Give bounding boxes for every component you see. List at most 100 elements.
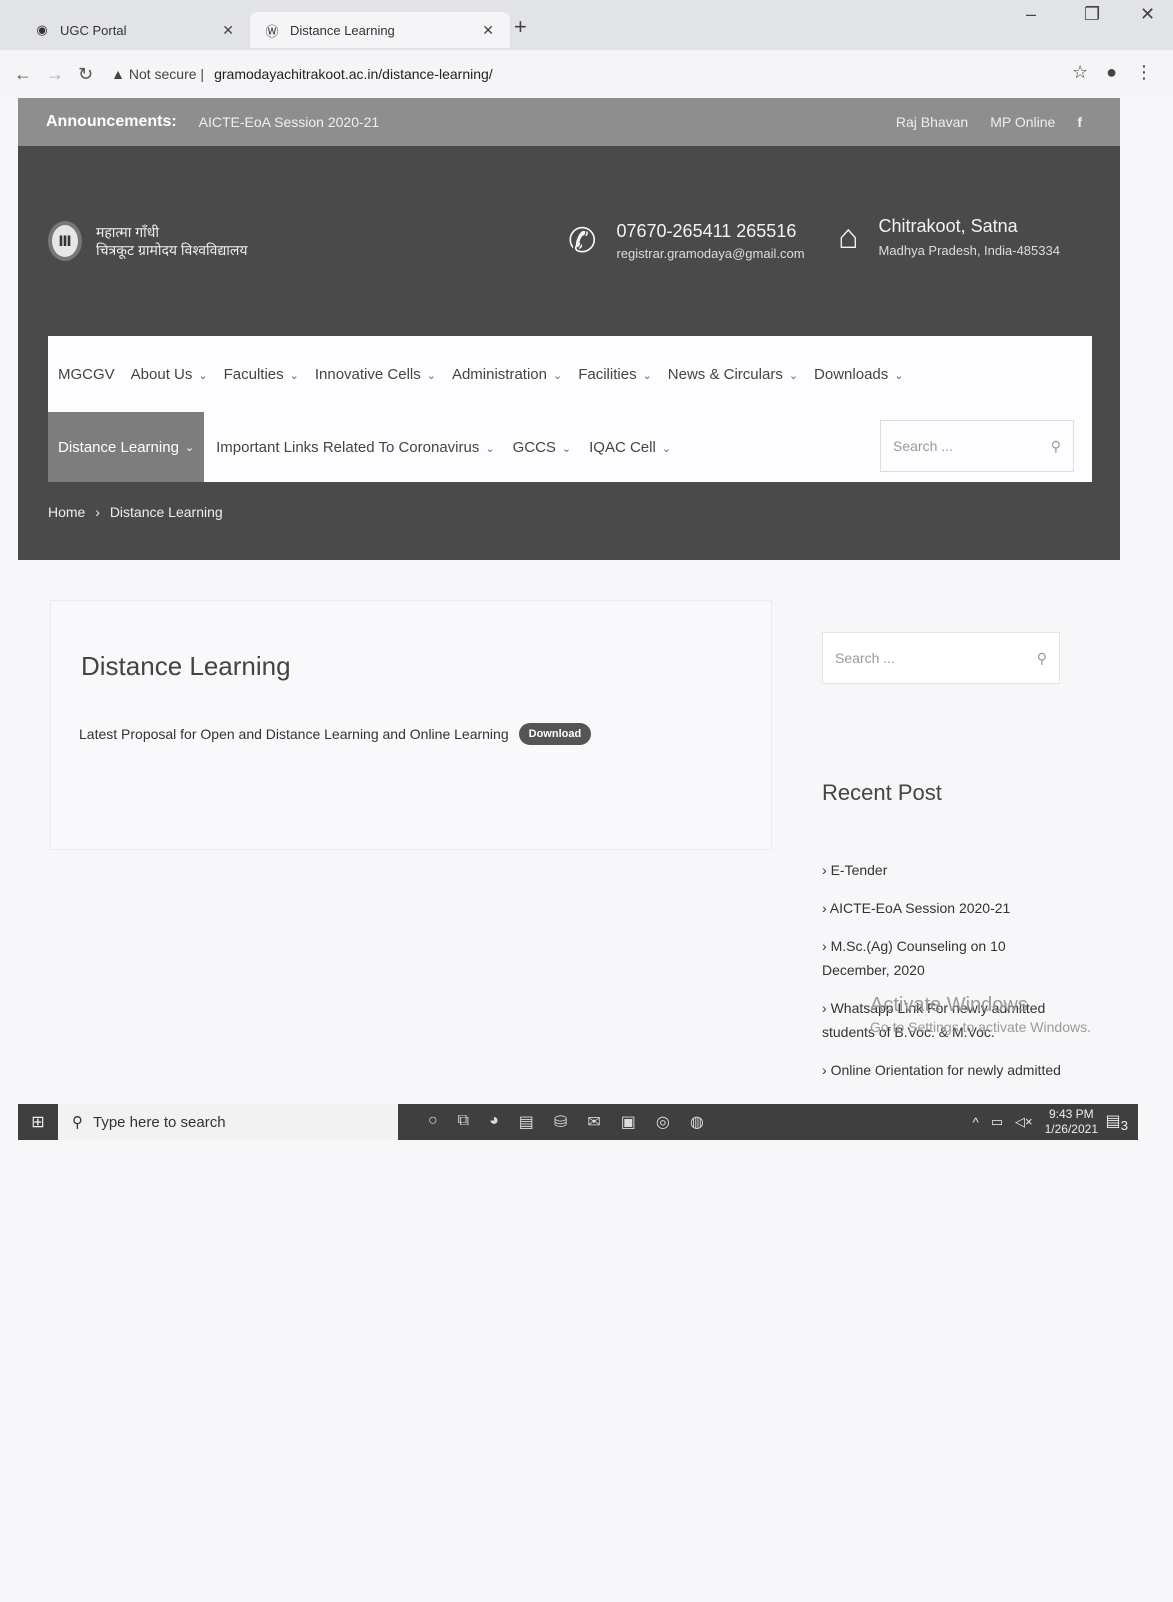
state-text: Madhya Pradesh, India-485334 <box>878 243 1060 258</box>
tab-title: UGC Portal <box>60 22 127 38</box>
menu-item-downloads[interactable]: Downloads ⌄ <box>814 366 903 383</box>
search-icon[interactable]: ⚲ <box>1037 650 1047 667</box>
taskbar-search-input[interactable]: ⚲ Type here to search <box>58 1104 398 1140</box>
chevron-down-icon: ⌄ <box>561 442 572 455</box>
search-icon[interactable]: ⚲ <box>1051 438 1061 455</box>
page-title: Distance Learning <box>81 651 291 681</box>
store-icon[interactable]: ⛁ <box>554 1112 567 1132</box>
profile-icon[interactable]: ● <box>1106 62 1117 83</box>
chevron-down-icon: ⌄ <box>642 369 652 382</box>
menu-item-about-us[interactable]: About Us ⌄ <box>131 366 208 383</box>
list-item[interactable]: › AICTE-EoA Session 2020-21 <box>822 896 1072 920</box>
close-icon[interactable]: ✕ <box>222 22 234 39</box>
chevron-down-icon: ⌄ <box>894 369 904 382</box>
home-icon: ⌂ <box>838 217 859 256</box>
publisher-icon[interactable]: ▣ <box>621 1112 636 1132</box>
chevron-down-icon: ⌄ <box>661 442 672 455</box>
facebook-icon[interactable]: f <box>1077 114 1082 130</box>
logo-line-2: चित्रकूट ग्रामोदय विश्वविद्यालय <box>96 242 248 258</box>
menu-item-facilities[interactable]: Facilities ⌄ <box>578 366 652 383</box>
menu-item-administration[interactable]: Administration ⌄ <box>452 366 562 383</box>
chevron-down-icon: ⌄ <box>426 369 436 382</box>
tab-distance-learning[interactable]: Ⓦ Distance Learning ✕ <box>250 12 510 48</box>
raj-bhavan-link[interactable]: Raj Bhavan <box>896 114 968 130</box>
logo-line-1: महात्मा गाँधी <box>96 224 159 240</box>
menu-item-gccs[interactable]: GCCS ⌄ <box>513 439 572 456</box>
network-globe-icon[interactable]: ◍ <box>690 1112 704 1132</box>
menu-item-coronavirus-links[interactable]: Important Links Related To Coronavirus ⌄ <box>216 439 494 456</box>
url-input[interactable]: gramodayachitrakoot.ac.in/distance-learn… <box>214 66 493 82</box>
menu-item-mgcgv[interactable]: MGCGV <box>58 366 115 383</box>
back-icon[interactable]: ← <box>14 64 32 85</box>
network-icon[interactable]: ▭ <box>991 1114 1003 1130</box>
email-address[interactable]: registrar.gramodaya@gmail.com <box>617 246 805 261</box>
chevron-down-icon: ⌄ <box>788 369 799 382</box>
site-header: Ⅲ महात्मा गाँधी चित्रकूट ग्रामोदय विश्वव… <box>18 146 1120 560</box>
menu-search-input[interactable]: Search ... ⚲ <box>880 420 1074 472</box>
wordpress-icon: Ⓦ <box>265 23 279 39</box>
breadcrumb-separator: › <box>95 504 100 520</box>
address-bar: ← → ↻ ▲ Not secure | gramodayachitrakoot… <box>0 50 1173 98</box>
windows-start-icon[interactable]: ⊞ <box>18 1112 58 1132</box>
recent-post-list: › E-Tender › AICTE-EoA Session 2020-21 ›… <box>822 858 1072 1096</box>
cortana-icon[interactable]: ○ <box>428 1112 438 1132</box>
file-explorer-icon[interactable]: ▤ <box>519 1112 534 1132</box>
site-logo[interactable]: Ⅲ महात्मा गाँधी चित्रकूट ग्रामोदय विश्वव… <box>48 221 248 261</box>
menu-item-iqac-cell[interactable]: IQAC Cell ⌄ <box>589 439 671 456</box>
emblem-icon: Ⅲ <box>48 221 82 261</box>
list-item[interactable]: › E-Tender <box>822 858 1072 882</box>
windows-taskbar: ⊞ ⚲ Type here to search ○ ⧉ ◕ ▤ ⛁ ✉ ▣ ◎ … <box>18 1104 1138 1140</box>
reload-icon[interactable]: ↻ <box>78 64 93 85</box>
chevron-down-icon: ⌄ <box>198 369 208 382</box>
download-button[interactable]: Download <box>518 723 592 745</box>
announcement-bar: Announcements: AICTE-EoA Session 2020-21… <box>18 98 1120 146</box>
city-text: Chitrakoot, Satna <box>878 216 1018 236</box>
announcement-link[interactable]: AICTE-EoA Session 2020-21 <box>199 114 380 130</box>
phone-number: 07670-265411 265516 <box>616 221 797 241</box>
window-close-icon[interactable]: ✕ <box>1140 4 1155 25</box>
list-item[interactable]: › Online Orientation for newly admitted <box>822 1058 1072 1082</box>
star-icon[interactable]: ☆ <box>1072 62 1088 83</box>
close-icon[interactable]: ✕ <box>482 22 494 39</box>
tab-ugc-portal[interactable]: ◉ UGC Portal ✕ <box>20 12 250 48</box>
menu-item-news-circulars[interactable]: News & Circulars ⌄ <box>668 366 798 383</box>
chrome-icon[interactable]: ◎ <box>656 1112 670 1132</box>
list-item[interactable]: › M.Sc.(Ag) Counseling on 10 December, 2… <box>822 934 1072 982</box>
menu-dots-icon[interactable]: ⋮ <box>1135 62 1153 83</box>
sidebar-search-input[interactable]: Search ... ⚲ <box>822 632 1060 684</box>
forward-icon[interactable]: → <box>46 64 64 85</box>
warning-icon[interactable]: ▲ Not secure | <box>111 66 204 82</box>
menu-item-faculties[interactable]: Faculties ⌄ <box>224 366 299 383</box>
maximize-icon[interactable]: ❐ <box>1084 4 1100 25</box>
task-view-icon[interactable]: ⧉ <box>458 1112 469 1132</box>
tab-title: Distance Learning <box>290 22 395 38</box>
announcements-label: Announcements: <box>46 113 177 130</box>
mail-icon[interactable]: ✉ <box>587 1112 600 1132</box>
volume-icon[interactable]: ◁× <box>1015 1114 1033 1130</box>
edge-icon[interactable]: ◕ <box>489 1112 499 1132</box>
breadcrumb-current: Distance Learning <box>109 504 223 520</box>
new-tab-icon[interactable]: + <box>514 14 527 40</box>
mp-online-link[interactable]: MP Online <box>990 114 1055 130</box>
proposal-row: Latest Proposal for Open and Distance Le… <box>79 723 592 745</box>
browser-tab-bar: ◉ UGC Portal ✕ Ⓦ Distance Learning ✕ + –… <box>0 0 1173 50</box>
notification-icon[interactable]: ▤3 <box>1105 1111 1128 1133</box>
contact-block: ✆ 07670-265411 265516 registrar.gramoday… <box>568 221 805 261</box>
minimize-icon[interactable]: – <box>1026 4 1036 25</box>
globe-icon: ◉ <box>36 22 48 37</box>
phone-icon: ✆ <box>568 222 597 260</box>
address-block: ⌂ Chitrakoot, Satna Madhya Pradesh, Indi… <box>838 216 1060 258</box>
tray-chevron-up-icon[interactable]: ^ <box>973 1115 979 1130</box>
breadcrumb: Home › Distance Learning <box>48 504 223 520</box>
search-icon: ⚲ <box>72 1114 83 1131</box>
activate-windows-watermark: Activate Windows Go to Settings to activ… <box>870 994 1091 1035</box>
chevron-down-icon: ⌄ <box>184 441 195 454</box>
chevron-down-icon: ⌄ <box>553 369 563 382</box>
breadcrumb-home[interactable]: Home <box>48 504 85 520</box>
recent-post-title: Recent Post <box>822 780 942 805</box>
main-menu: MGCGV About Us ⌄ Faculties ⌄ Innovative Ce… <box>48 336 1092 482</box>
menu-item-distance-learning[interactable]: Distance Learning ⌄ <box>48 412 205 482</box>
content-area: Distance Learning Latest Proposal for Op… <box>50 600 772 850</box>
menu-item-innovative-cells[interactable]: Innovative Cells ⌄ <box>315 366 436 383</box>
taskbar-clock[interactable]: 9:43 PM 1/26/2021 <box>1045 1107 1098 1137</box>
